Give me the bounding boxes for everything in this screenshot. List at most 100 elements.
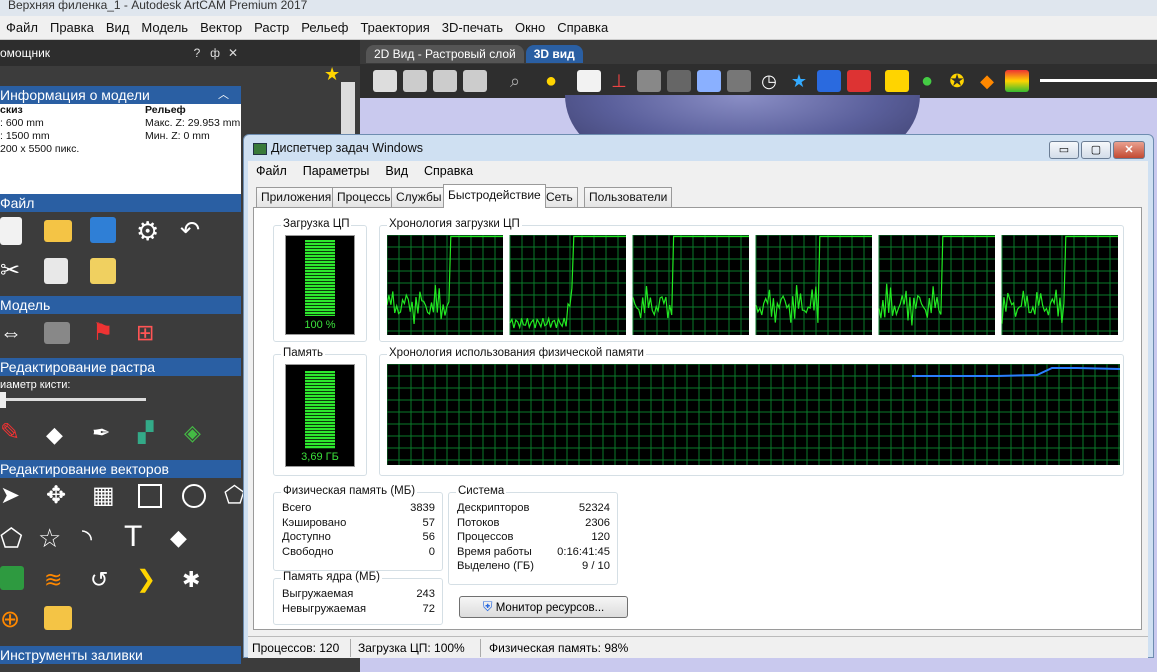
cpu-usage-label: Загрузка ЦП [281,218,352,230]
transform-icon[interactable]: ✥ [46,482,76,512]
symmetry-icon[interactable]: ⊕ [0,606,30,636]
mesh-icon[interactable]: ▦ [92,482,122,512]
copy-icon[interactable] [44,258,68,284]
close-button[interactable]: ✕ [1113,141,1145,159]
tm-menu-file[interactable]: Файл [248,164,295,178]
minimize-button[interactable]: ▭ [1049,141,1079,159]
tm-menu-options[interactable]: Параметры [295,164,378,178]
status-bar: Процессов: 120 Загрузка ЦП: 100% Физичес… [248,636,1148,658]
star-relief-icon[interactable]: ★ [787,70,811,92]
menu-edit[interactable]: Правка [44,20,100,35]
menu-raster[interactable]: Растр [248,20,295,35]
red-layer-icon[interactable] [847,70,871,92]
maximize-button[interactable]: ▢ [1081,141,1111,159]
pin-button[interactable]: ф [206,46,224,60]
wave-icon[interactable]: ≋ [44,566,74,596]
menu-3dprint[interactable]: 3D-печать [436,20,509,35]
section-model[interactable]: Модель [0,296,241,314]
section-file[interactable]: Файл [0,194,241,212]
node-edit-icon[interactable]: ✱ [182,566,212,596]
cut-icon[interactable]: ✂ [0,258,30,288]
view-side-icon[interactable] [433,70,457,92]
polygon-icon[interactable]: ⬠ [0,524,30,554]
vector-eraser-icon[interactable]: ◆ [170,524,200,554]
tab-services[interactable]: Службы [391,187,447,207]
settings-gear-icon[interactable]: ⚙ [136,218,166,248]
folder-star-icon[interactable] [44,606,72,630]
lamp-icon[interactable]: ⚑ [92,320,122,350]
text-tool-icon[interactable]: T [124,522,154,552]
pencil-icon[interactable]: ✎ [0,420,30,450]
help-button[interactable]: ? [188,46,206,60]
undo-icon[interactable]: ↶ [180,218,210,248]
vector-layer-icon[interactable] [0,566,24,590]
tm-menu-view[interactable]: Вид [377,164,416,178]
cylinder-icon[interactable] [667,70,691,92]
layer-shade-icon[interactable] [697,70,721,92]
tab-applications[interactable]: Приложения [256,187,337,207]
menu-model[interactable]: Модель [135,20,194,35]
select-cursor-icon[interactable]: ➤ [0,482,30,512]
new-file-icon[interactable] [0,217,22,245]
view-top-icon[interactable] [463,70,487,92]
brush-slider-handle[interactable] [0,392,6,408]
section-raster[interactable]: Редактирование растра [0,358,241,376]
tm-menu-help[interactable]: Справка [416,164,481,178]
puzzle-icon[interactable] [637,70,661,92]
fill-color-icon[interactable]: ◈ [184,420,214,450]
save-icon[interactable] [90,217,116,243]
menu-toolpath[interactable]: Траектория [354,20,435,35]
status-cpu: Загрузка ЦП: 100% [358,641,465,655]
ellipse-icon[interactable] [182,484,206,508]
eraser-icon[interactable]: ◆ [46,422,76,452]
axes-icon[interactable]: ⊥ [607,70,631,92]
menu-help[interactable]: Справка [551,20,614,35]
color-diamond-icon[interactable]: ◆ [975,70,999,92]
view-iso-icon[interactable] [373,70,397,92]
tab-processes[interactable]: Процессы [332,187,399,207]
stack-layers-icon[interactable] [1005,70,1029,92]
open-folder-icon[interactable] [44,220,72,242]
blue-layer-icon[interactable] [817,70,841,92]
yellow-layer-icon[interactable] [885,70,909,92]
status-divider [350,639,351,657]
green-shapes-icon[interactable]: ● [915,70,939,92]
brush-slider[interactable] [4,398,146,401]
grid-icon[interactable] [44,322,70,344]
layer-wire-icon[interactable] [727,70,751,92]
resize-model-icon[interactable]: ⇔ [0,320,30,350]
arc-icon[interactable]: ◝ [82,524,112,554]
light-bulb-icon[interactable]: ● [539,70,563,92]
zoom-icon[interactable]: ⌕ [503,70,527,92]
tab-3d-view[interactable]: 3D вид [525,45,583,63]
view-front-icon[interactable] [403,70,427,92]
rectangle-icon[interactable] [138,484,162,508]
tab-network[interactable]: Сеть [541,187,578,207]
plane-icon[interactable] [577,70,601,92]
cpu-history-label: Хронология загрузки ЦП [387,218,522,230]
section-vectors[interactable]: Редактирование векторов [0,460,241,478]
menu-relief[interactable]: Рельеф [295,20,354,35]
star-icon[interactable]: ★ [324,64,340,85]
tab-performance[interactable]: Быстродействие [443,184,546,208]
star-zoom-icon[interactable]: ✪ [945,70,969,92]
star-shape-icon[interactable]: ☆ [38,524,68,554]
menu-view[interactable]: Вид [100,20,136,35]
view-slider[interactable] [1040,79,1157,82]
add-color-icon[interactable]: ▞ [138,420,168,450]
menu-file[interactable]: Файл [0,20,44,35]
chevron-vector-icon[interactable]: ❯ [136,566,166,596]
menu-vector[interactable]: Вектор [194,20,248,35]
resource-monitor-button[interactable]: ⛨ Монитор ресурсов... [459,596,628,618]
align-icon[interactable]: ⊞ [136,320,166,350]
tab-2d-view[interactable]: 2D Вид - Растровый слой [366,45,524,63]
offset-icon[interactable]: ↺ [90,566,120,596]
close-panel-button[interactable]: ✕ [224,46,242,60]
paste-icon[interactable] [90,258,116,284]
clock-icon[interactable]: ◷ [757,70,781,92]
model-info-header[interactable]: Информация о модели ︿ [0,86,241,104]
section-fill[interactable]: Инструменты заливки [0,646,241,664]
eyedropper-icon[interactable]: ✒ [92,420,122,450]
menu-window[interactable]: Окно [509,20,551,35]
tab-users[interactable]: Пользователи [584,187,673,207]
